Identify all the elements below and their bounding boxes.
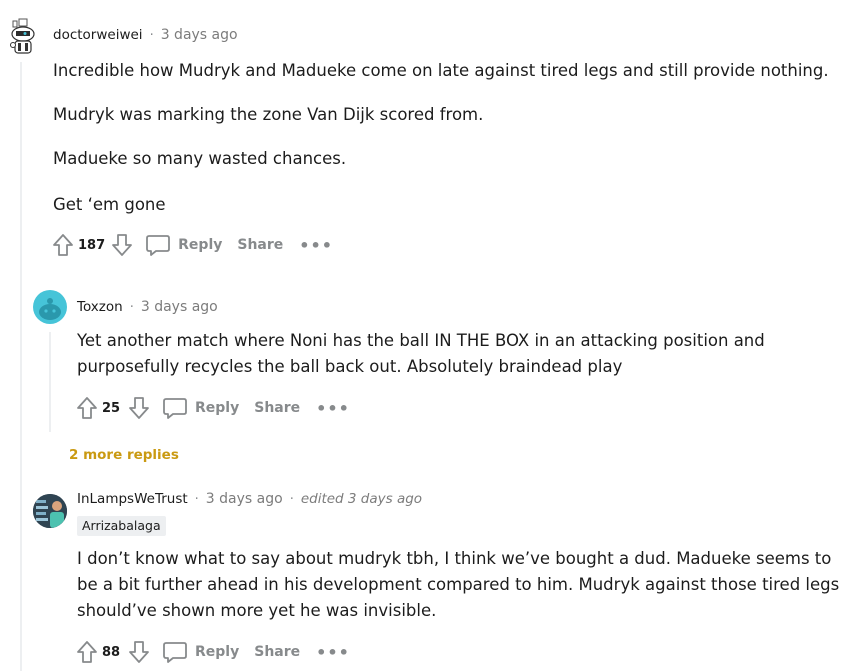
avatar[interactable] (33, 494, 67, 528)
separator-dot: · (149, 27, 154, 43)
comment-meta: doctorweiwei · 3 days ago (53, 27, 238, 43)
comment-icon (163, 398, 187, 419)
reply-button[interactable]: Reply (145, 233, 222, 257)
vote-count: 25 (102, 400, 121, 416)
upvote-icon[interactable] (74, 395, 100, 421)
comment-actions: 187 Reply Share ••• (50, 232, 333, 258)
comment-body: I don’t know what to say about mudryk tb… (77, 546, 847, 624)
reply-button[interactable]: Reply (162, 396, 239, 420)
thread-line-root[interactable] (20, 62, 22, 671)
comment-meta: Toxzon · 3 days ago (77, 299, 218, 315)
upvote-icon[interactable] (50, 232, 76, 258)
reply-label: Reply (178, 237, 223, 253)
comment-icon (163, 642, 187, 663)
avatar[interactable] (33, 290, 67, 324)
downvote-icon[interactable] (109, 232, 135, 258)
more-options-button[interactable]: ••• (316, 643, 350, 662)
share-button[interactable]: Share (254, 644, 300, 660)
reply-label: Reply (195, 400, 240, 416)
reply-label: Reply (195, 644, 240, 660)
comment-paragraph: Yet another match where Noni has the bal… (77, 331, 765, 376)
upvote-icon[interactable] (74, 639, 100, 665)
edited-timestamp: edited 3 days ago (300, 491, 423, 507)
vote-count: 187 (78, 237, 106, 253)
separator-dot: · (289, 491, 294, 507)
author-name[interactable]: Toxzon (77, 299, 123, 315)
comment-paragraph: Madueke so many wasted chances. (53, 149, 347, 168)
reply-button[interactable]: Reply (162, 640, 239, 664)
comment-body: Yet another match where Noni has the bal… (77, 328, 777, 380)
comment-paragraph: Mudryk was marking the zone Van Dijk sco… (53, 105, 484, 124)
thread-line-reply[interactable] (49, 332, 51, 432)
timestamp[interactable]: 3 days ago (206, 491, 283, 507)
comment-actions: 25 Reply Share ••• (74, 395, 350, 421)
share-button[interactable]: Share (237, 237, 283, 253)
more-options-button[interactable]: ••• (299, 236, 333, 255)
separator-dot: · (194, 491, 199, 507)
comment-paragraph: I don’t know what to say about mudryk tb… (77, 549, 840, 620)
comment-body: Incredible how Mudryk and Madueke come o… (53, 58, 843, 218)
more-options-button[interactable]: ••• (316, 399, 350, 418)
comment-paragraph: Get ‘em gone (53, 195, 166, 214)
comment-icon (146, 235, 171, 256)
timestamp[interactable]: 3 days ago (141, 299, 218, 315)
downvote-icon[interactable] (126, 639, 152, 665)
user-avatar-icon (33, 494, 67, 528)
comment-actions: 88 Reply Share ••• (74, 639, 350, 665)
snoo-avatar-icon (39, 298, 61, 320)
share-button[interactable]: Share (254, 400, 300, 416)
timestamp[interactable]: 3 days ago (161, 27, 238, 43)
snoo-avatar-icon (10, 18, 35, 54)
user-flair: Arrizabalaga (77, 516, 166, 536)
vote-count: 88 (102, 644, 121, 660)
comment-meta: InLampsWeTrust · 3 days ago · edited 3 d… (77, 491, 422, 507)
avatar[interactable] (4, 18, 40, 56)
downvote-icon[interactable] (126, 395, 152, 421)
more-replies-link[interactable]: 2 more replies (69, 447, 179, 463)
author-name[interactable]: InLampsWeTrust (77, 491, 188, 507)
author-name[interactable]: doctorweiwei (53, 27, 143, 43)
comment-paragraph: Incredible how Mudryk and Madueke come o… (53, 61, 829, 80)
separator-dot: · (129, 299, 134, 315)
